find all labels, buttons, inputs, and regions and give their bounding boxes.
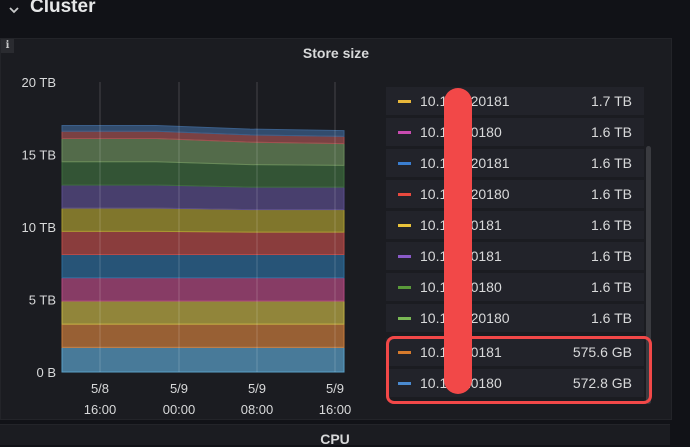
y-tick-label: 10 TB	[22, 220, 56, 235]
y-tick-label: 15 TB	[22, 148, 56, 163]
legend-swatch	[398, 131, 411, 134]
legend-swatch	[398, 286, 411, 289]
legend-item[interactable]: 10.1 7:20180 1.6 TB	[386, 273, 644, 301]
legend-item[interactable]: 10.1 2:20181 1.6 TB	[386, 242, 644, 270]
area-series	[61, 207, 345, 233]
area-series	[61, 323, 345, 348]
x-tick-label: 00:00	[163, 402, 196, 417]
legend-value: 1.6 TB	[591, 279, 632, 295]
cpu-panel: CPU	[0, 424, 670, 447]
x-tick-label: 08:00	[241, 402, 274, 417]
legend-item[interactable]: 10.1 15:20180 1.6 TB	[386, 180, 644, 208]
x-tick-label: 16:00	[84, 402, 117, 417]
legend-item[interactable]: 10.1 7:20181 1.6 TB	[386, 211, 644, 239]
legend-item[interactable]: 10.1 15:20181 1.6 TB	[386, 149, 644, 177]
area-series	[61, 184, 345, 211]
legend-swatch	[398, 317, 411, 320]
legend-item[interactable]: 10.1 2:20180 1.6 TB	[386, 118, 644, 146]
x-tick-label: 5/9	[170, 381, 188, 396]
cpu-panel-title[interactable]: CPU	[0, 431, 670, 447]
legend-value: 1.6 TB	[591, 310, 632, 326]
legend-item[interactable]: 10.1 12:20181 1.7 TB	[386, 87, 644, 115]
area-series	[61, 230, 345, 256]
legend-value: 1.6 TB	[591, 248, 632, 264]
y-tick-label: 0 B	[36, 365, 56, 380]
legend-swatch	[398, 224, 411, 227]
legend-value: 1.6 TB	[591, 155, 632, 171]
x-tick-label: 5/8	[91, 381, 109, 396]
area-series	[61, 346, 345, 373]
highlight-box	[386, 336, 652, 404]
legend-swatch	[398, 100, 411, 103]
y-tick-label: 20 TB	[22, 75, 56, 90]
legend-swatch	[398, 162, 411, 165]
x-tick-label: 5/9	[248, 381, 266, 396]
legend-value: 1.6 TB	[591, 124, 632, 140]
y-tick-label: 5 TB	[29, 293, 56, 308]
legend-item[interactable]: 10.1 12:20180 1.6 TB	[386, 304, 644, 332]
area-series	[61, 277, 345, 302]
area-series	[61, 161, 345, 188]
x-tick-label: 16:00	[319, 402, 352, 417]
legend-value: 1.6 TB	[591, 186, 632, 202]
x-tick-label: 5/9	[326, 381, 344, 396]
legend-value: 1.6 TB	[591, 217, 632, 233]
legend-swatch	[398, 193, 411, 196]
area-series	[61, 254, 345, 279]
area-series	[61, 300, 345, 325]
legend-swatch	[398, 255, 411, 258]
legend-value: 1.7 TB	[591, 93, 632, 109]
